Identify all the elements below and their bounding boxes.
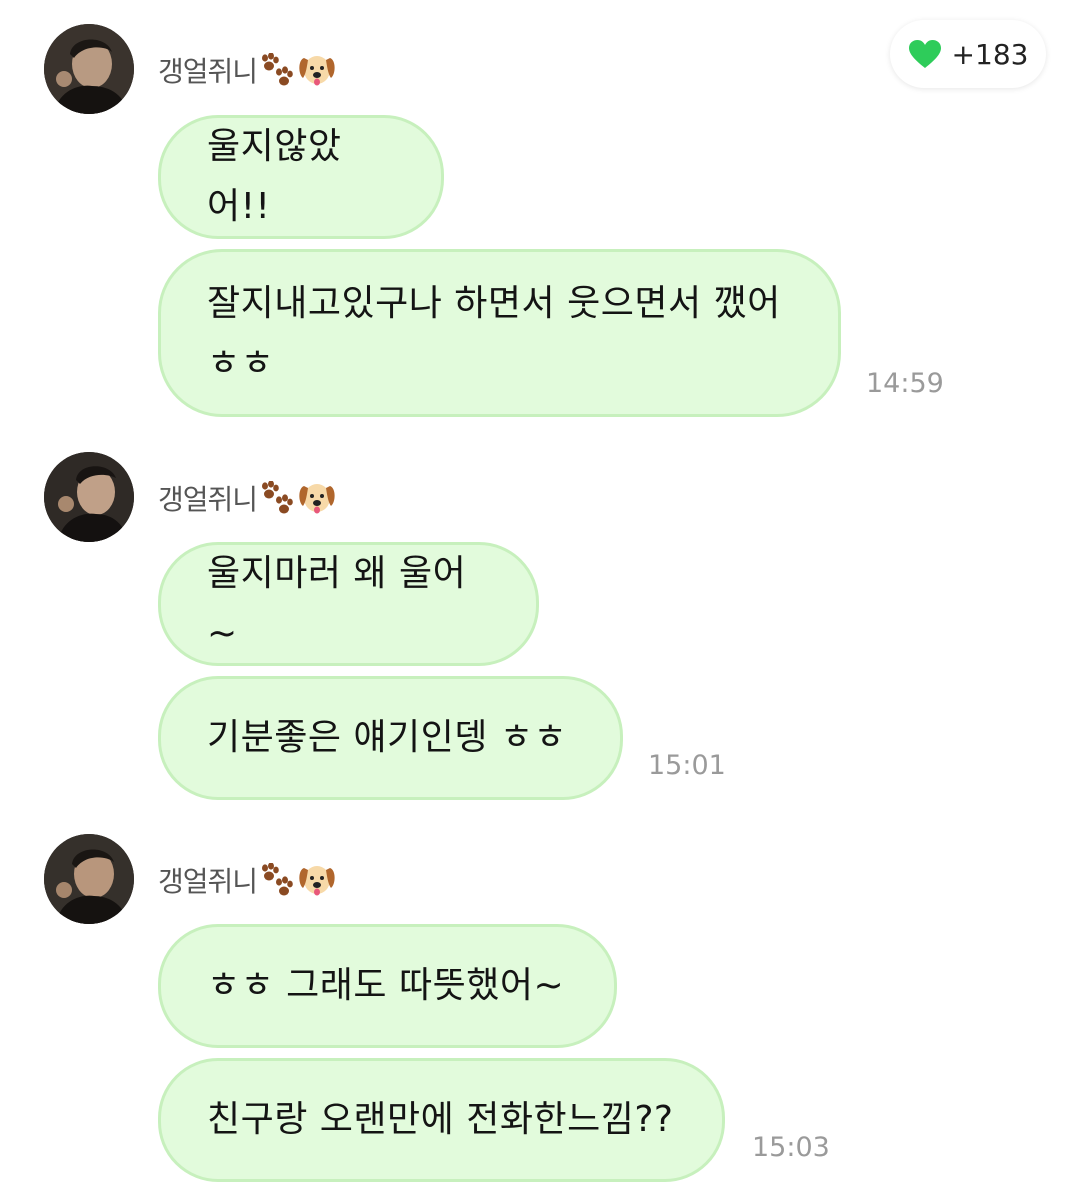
message-text: ㅎㅎ 그래도 따뜻했어~ [207, 965, 565, 1006]
paw-prints-icon [259, 53, 295, 87]
reaction-count-button[interactable]: +183 [890, 20, 1046, 88]
message-bubble[interactable]: 울지않았어!! [158, 115, 444, 239]
message-bubble[interactable]: 잘지내고있구나 하면서 웃으면서 깼어 ㅎㅎ [158, 249, 841, 417]
paw-prints-icon [259, 481, 295, 515]
sender-name: 갱얼쥐니 [158, 55, 258, 88]
message-text: 울지마러 왜 울어~ [207, 553, 467, 654]
message-time: 14:59 [866, 368, 944, 399]
sender-name: 갱얼쥐니 [158, 865, 258, 898]
dog-face-icon [297, 480, 337, 516]
reaction-count: +183 [951, 37, 1029, 71]
message-text: 기분좋은 얘기인뎅 ㅎㅎ [207, 717, 568, 758]
sender-name: 갱얼쥐니 [158, 483, 258, 516]
message-bubble[interactable]: 친구랑 오랜만에 전화한느낌?? [158, 1058, 725, 1182]
avatar[interactable] [44, 24, 134, 114]
sender-row: 갱얼쥐니 [158, 50, 337, 90]
sender-row: 갱얼쥐니 [158, 860, 337, 900]
message-time: 15:01 [648, 750, 726, 781]
message-text: 잘지내고있구나 하면서 웃으면서 깼어 ㅎㅎ [207, 283, 781, 384]
paw-prints-icon [259, 863, 295, 897]
message-text: 울지않았어!! [207, 126, 342, 227]
message-time: 15:03 [752, 1132, 830, 1163]
avatar[interactable] [44, 452, 134, 542]
sender-row: 갱얼쥐니 [158, 478, 337, 518]
message-bubble[interactable]: 기분좋은 얘기인뎅 ㅎㅎ [158, 676, 623, 800]
message-bubble[interactable]: 울지마러 왜 울어~ [158, 542, 539, 666]
dog-face-icon [297, 862, 337, 898]
green-heart-icon [908, 39, 942, 69]
message-bubble[interactable]: ㅎㅎ 그래도 따뜻했어~ [158, 924, 617, 1048]
dog-face-icon [297, 52, 337, 88]
message-text: 친구랑 오랜만에 전화한느낌?? [207, 1099, 674, 1140]
avatar[interactable] [44, 834, 134, 924]
